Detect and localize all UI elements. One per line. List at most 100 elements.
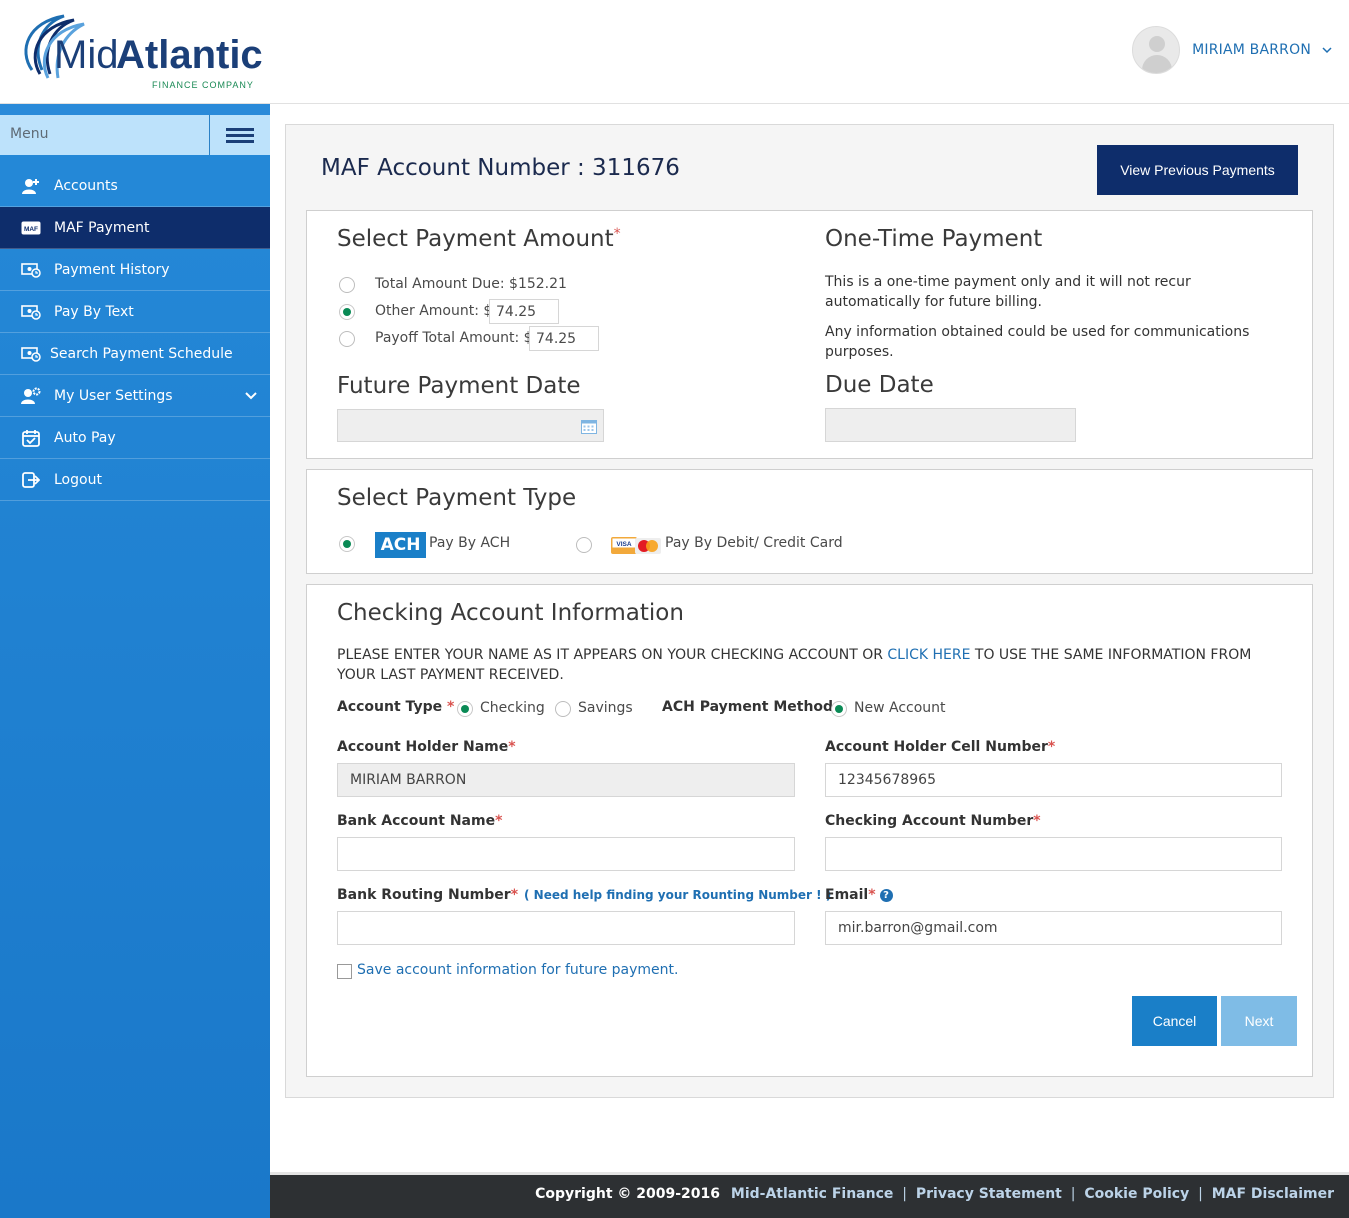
sidebar-item-label: Payment History [54,261,170,278]
user-name[interactable]: MIRIAM BARRON [1192,42,1311,58]
future-payment-date-input[interactable] [337,409,604,442]
payoff-radio[interactable] [339,331,355,347]
chevron-down-icon[interactable] [244,389,258,403]
cell-number-label: Account Holder Cell Number* [825,739,1056,755]
new-account-radio[interactable] [831,701,847,717]
card-radio[interactable] [576,537,592,553]
svg-text:FINANCE COMPANY: FINANCE COMPANY [152,80,254,90]
routing-number-input[interactable] [337,911,795,945]
total-due-label: Total Amount Due: $152.21 [375,276,567,292]
one-time-payment-title: One-Time Payment [825,226,1043,252]
bank-name-label: Bank Account Name* [337,813,503,829]
next-button[interactable]: Next [1221,996,1297,1046]
payoff-label: Payoff Total Amount: $ [375,330,533,346]
svg-text:VISA: VISA [616,541,631,548]
sidebar-item-auto-pay[interactable]: Auto Pay [0,417,270,459]
svg-text:Atlantic: Atlantic [116,33,263,77]
cookie-policy-link[interactable]: Cookie Policy [1084,1186,1189,1202]
menu-label: Menu [10,126,49,142]
sidebar-top-strip [0,104,270,115]
calendar-icon[interactable] [581,419,597,434]
chevron-down-icon[interactable] [1321,44,1333,56]
holder-name-input[interactable] [337,763,795,797]
copyright-text: Copyright © 2009-2016 [535,1186,721,1202]
svg-text:MAF: MAF [24,226,38,233]
email-label: Email*? [825,887,893,903]
new-account-label: New Account [854,700,946,716]
footer-separator: | [902,1186,907,1202]
bank-name-input[interactable] [337,837,795,871]
card-label: Pay By Debit/ Credit Card [665,535,843,551]
money-clock-icon [20,303,42,321]
svg-text:Mid: Mid [54,33,118,77]
checking-info-title: Checking Account Information [337,600,684,626]
disclaimer-link[interactable]: MAF Disclaimer [1212,1186,1334,1202]
footer-separator: | [1198,1186,1203,1202]
menu-bar: Menu [0,115,270,155]
holder-name-label: Account Holder Name* [337,739,516,755]
save-info-checkbox[interactable] [337,964,352,979]
money-clock-icon [20,345,42,363]
midatlantic-logo[interactable]: Mid Atlantic FINANCE COMPANY [12,12,282,94]
account-type-label: Account Type * [337,699,455,715]
savings-radio[interactable] [555,701,571,717]
routing-help-link[interactable]: ( Need help finding your Rounting Number… [524,888,831,902]
savings-label: Savings [578,700,633,716]
avatar[interactable] [1132,26,1181,74]
other-amount-input[interactable] [489,299,559,324]
calendar-check-icon [20,429,42,447]
sidebar-item-label: Accounts [54,177,118,194]
company-link[interactable]: Mid-Atlantic Finance [731,1186,894,1202]
credit-cards-icon: VISA [611,537,661,554]
routing-number-label: Bank Routing Number*( Need help finding … [337,887,832,903]
user-menu[interactable]: MIRIAM BARRON [1132,26,1333,74]
sidebar-item-label: Auto Pay [54,429,116,446]
view-previous-payments-button[interactable]: View Previous Payments [1097,145,1298,195]
money-clock-icon [20,261,42,279]
sidebar-item-pay-by-text[interactable]: Pay By Text [0,291,270,333]
menu-toggle-button[interactable] [209,115,270,155]
sidebar-item-maf-payment[interactable]: MAF MAF Payment [0,207,270,249]
sidebar-item-label: Pay By Text [54,303,134,320]
due-date-title: Due Date [825,372,934,398]
communications-notice: Any information obtained could be used f… [825,324,1250,360]
footer-links: Copyright © 2009-2016 Mid-Atlantic Finan… [535,1186,1334,1202]
ach-logo: ACH [375,532,426,558]
cancel-button[interactable]: Cancel [1132,996,1217,1046]
help-icon[interactable]: ? [879,889,893,902]
hamburger-icon[interactable] [226,125,254,146]
select-payment-type-title: Select Payment Type [337,485,577,511]
maf-card-icon: MAF [20,219,42,237]
email-input[interactable] [825,911,1282,945]
ach-label: Pay By ACH [429,535,511,551]
one-time-notice: This is a one-time payment only and it w… [825,274,1191,310]
sidebar-item-accounts[interactable]: Accounts [0,165,270,207]
click-here-link[interactable]: CLICK HERE [887,647,970,663]
other-amount-label: Other Amount: $ [375,303,493,319]
total-due-radio[interactable] [339,277,355,293]
sidebar-item-payment-history[interactable]: Payment History [0,249,270,291]
sidebar-item-label: Logout [54,471,102,488]
payoff-input[interactable] [529,326,599,351]
checking-number-label: Checking Account Number* [825,813,1041,829]
logout-icon [20,471,42,489]
header: Mid Atlantic FINANCE COMPANY MIRIAM BARR… [0,0,1349,104]
sidebar-item-label: My User Settings [54,387,173,404]
page-title: MAF Account Number : 311676 [321,155,680,181]
select-payment-amount-title: Select Payment Amount* [337,226,621,252]
sidebar-item-my-user-settings[interactable]: My User Settings [0,375,270,417]
sidebar-item-label: Search Payment Schedule [50,345,233,362]
sidebar-item-logout[interactable]: Logout [0,459,270,501]
due-date-field [825,408,1076,442]
ach-radio[interactable] [339,536,355,552]
checking-number-input[interactable] [825,837,1282,871]
checking-radio[interactable] [457,701,473,717]
footer: Copyright © 2009-2016 Mid-Atlantic Finan… [270,1172,1349,1218]
checking-instructions: PLEASE ENTER YOUR NAME AS IT APPEARS ON … [337,647,1252,683]
sidebar-item-search-payment-schedule[interactable]: Search Payment Schedule [0,333,270,375]
other-amount-radio[interactable] [339,304,355,320]
cell-number-input[interactable] [825,763,1282,797]
sidebar-item-label: MAF Payment [54,219,150,236]
save-info-label[interactable]: Save account information for future paym… [357,962,678,978]
privacy-link[interactable]: Privacy Statement [916,1186,1062,1202]
